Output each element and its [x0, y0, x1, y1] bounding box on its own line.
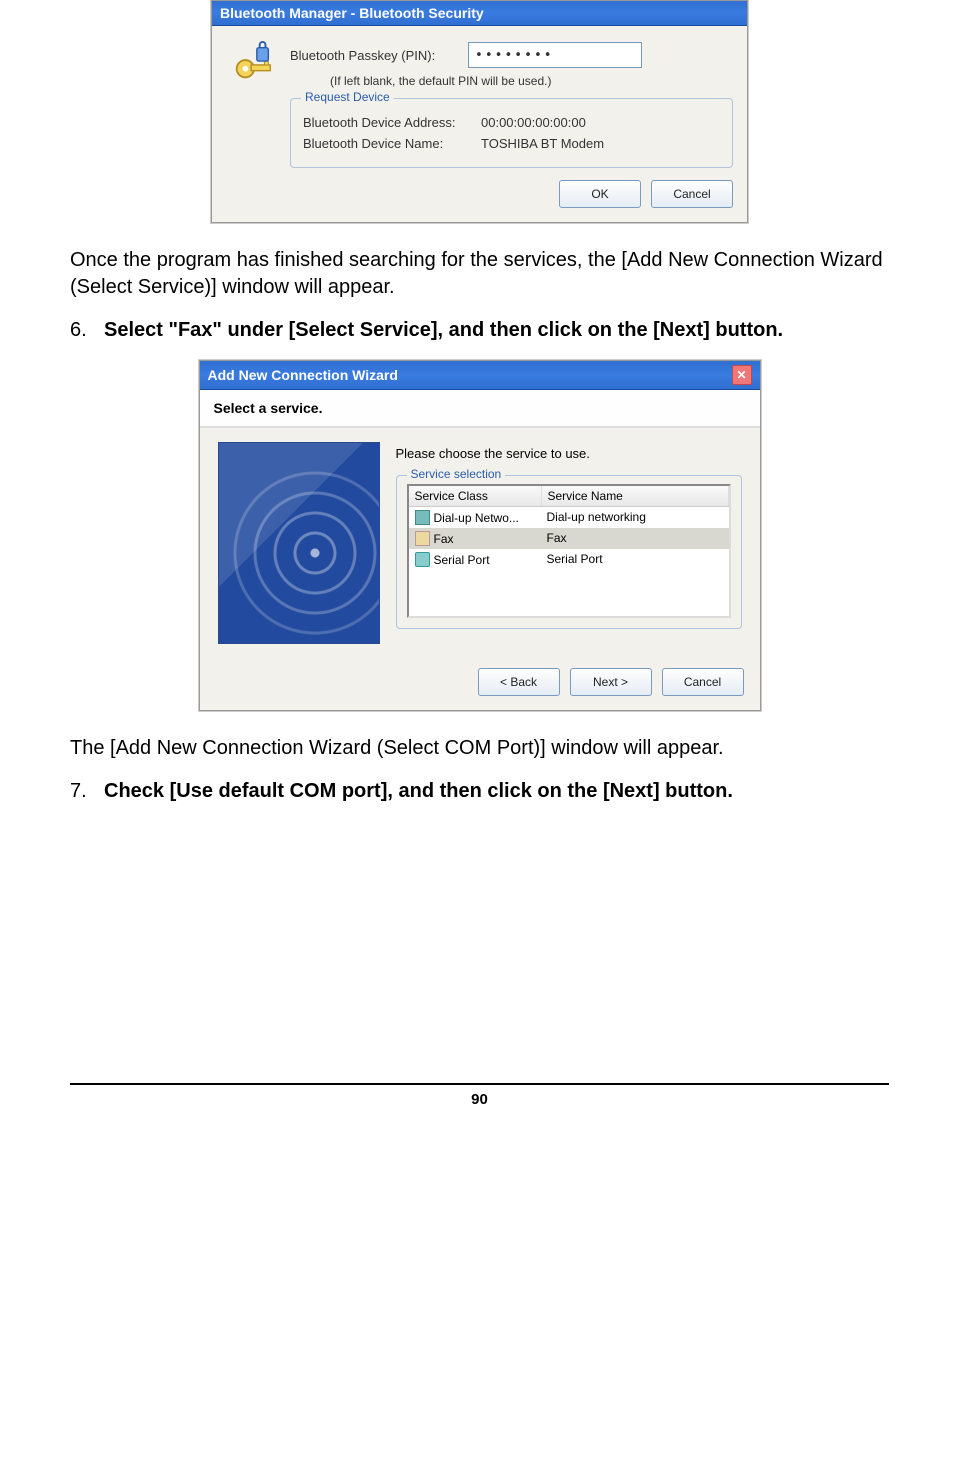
page-number: 90 [70, 1083, 889, 1108]
list-item[interactable]: Serial Port Serial Port [409, 549, 729, 570]
passkey-input[interactable]: •••••••• [468, 42, 642, 68]
wizard-sidebar-image [218, 442, 380, 644]
service-class: Serial Port [434, 553, 490, 567]
list-item[interactable]: Dial-up Netwo... Dial-up networking [409, 507, 729, 528]
back-button[interactable]: < Back [478, 668, 560, 696]
list-header: Service Class Service Name [409, 486, 729, 507]
col-service-name: Service Name [542, 486, 729, 506]
cancel-button[interactable]: Cancel [651, 180, 733, 208]
list-item[interactable]: Fax Fax [409, 528, 729, 549]
wizard-prompt: Please choose the service to use. [396, 446, 742, 461]
group-title: Request Device [301, 90, 394, 104]
cancel-button[interactable]: Cancel [662, 668, 744, 696]
step-number: 7. [70, 780, 104, 803]
serial-port-icon [415, 552, 430, 567]
service-list[interactable]: Service Class Service Name Dial-up Netwo… [407, 484, 731, 618]
passkey-label: Bluetooth Passkey (PIN): [290, 48, 460, 63]
modem-icon [415, 510, 430, 525]
col-service-class: Service Class [409, 486, 542, 506]
service-class: Dial-up Netwo... [434, 511, 519, 525]
bluetooth-security-dialog: Bluetooth Manager - Bluetooth Security [211, 0, 748, 223]
group-title: Service selection [407, 467, 506, 481]
service-name: Dial-up networking [541, 509, 729, 526]
key-lock-icon [226, 36, 280, 90]
dialog-titlebar: Bluetooth Manager - Bluetooth Security [212, 1, 747, 26]
request-device-group: Request Device Bluetooth Device Address:… [290, 98, 733, 168]
device-address-value: 00:00:00:00:00:00 [481, 115, 586, 130]
dialog-title: Bluetooth Manager - Bluetooth Security [220, 5, 484, 21]
service-class: Fax [434, 532, 454, 546]
step-text: Check [Use default COM port], and then c… [104, 780, 889, 803]
step-7: 7. Check [Use default COM port], and the… [70, 780, 889, 803]
wizard-subtitle: Select a service. [214, 400, 746, 416]
paragraph: The [Add New Connection Wizard (Select C… [70, 735, 889, 762]
wizard-header: Select a service. [200, 390, 760, 428]
device-name-value: TOSHIBA BT Modem [481, 136, 604, 151]
step-number: 6. [70, 319, 104, 342]
device-address-label: Bluetooth Device Address: [303, 115, 473, 130]
step-6: 6. Select "Fax" under [Select Service], … [70, 319, 889, 342]
dialog-title: Add New Connection Wizard [208, 367, 398, 383]
step-text: Select "Fax" under [Select Service], and… [104, 319, 889, 342]
ok-button[interactable]: OK [559, 180, 641, 208]
dialog-titlebar: Add New Connection Wizard ✕ [200, 361, 760, 390]
add-connection-wizard-dialog: Add New Connection Wizard ✕ Select a ser… [199, 360, 761, 711]
device-name-label: Bluetooth Device Name: [303, 136, 473, 151]
passkey-hint: (If left blank, the default PIN will be … [330, 74, 551, 88]
fax-icon [415, 531, 430, 546]
service-name: Serial Port [541, 551, 729, 568]
paragraph: Once the program has finished searching … [70, 247, 889, 301]
service-selection-group: Service selection Service Class Service … [396, 475, 742, 629]
service-name: Fax [541, 530, 729, 547]
next-button[interactable]: Next > [570, 668, 652, 696]
close-icon[interactable]: ✕ [732, 365, 752, 385]
